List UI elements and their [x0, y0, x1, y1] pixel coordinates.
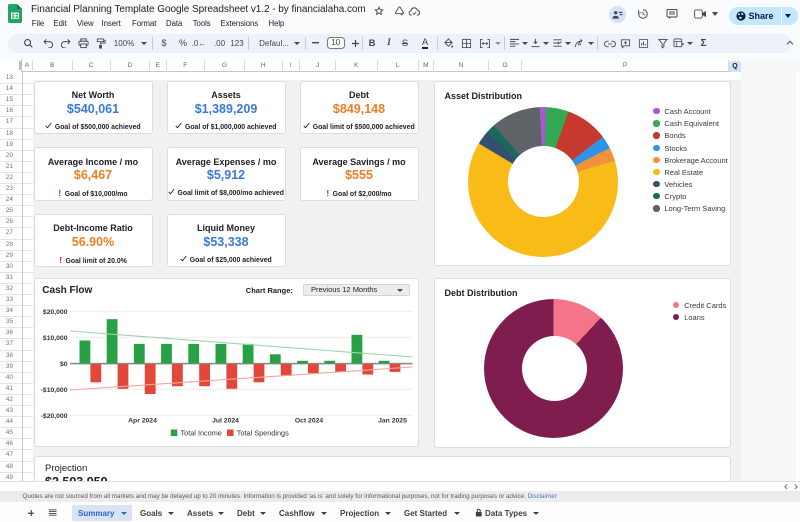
svg-text:-$10,000: -$10,000 — [40, 386, 67, 393]
svg-text:$0: $0 — [59, 360, 67, 367]
svg-text:Total Spendings: Total Spendings — [236, 428, 288, 437]
svg-text:Jan 2025: Jan 2025 — [378, 417, 407, 424]
svg-text:$20,000: $20,000 — [42, 308, 67, 315]
svg-text:$10,000: $10,000 — [42, 334, 67, 341]
svg-text:Oct 2024: Oct 2024 — [294, 417, 323, 424]
svg-text:Total Income: Total Income — [180, 428, 221, 437]
svg-text:-$20,000: -$20,000 — [40, 412, 67, 419]
svg-text:Jul 2024: Jul 2024 — [212, 417, 239, 424]
svg-text:Apr 2024: Apr 2024 — [128, 417, 157, 424]
svg-text:A: A — [578, 41, 582, 47]
